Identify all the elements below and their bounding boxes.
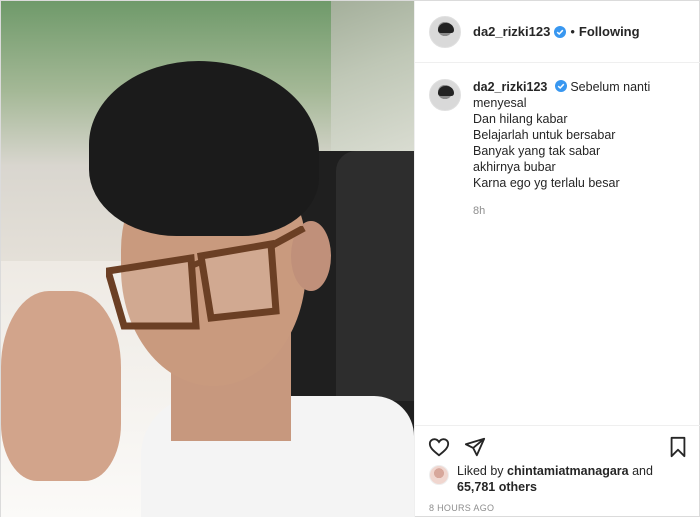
caption-line: Dan hilang kabar bbox=[473, 112, 568, 126]
post-header: da2_rizki123 • Following bbox=[415, 1, 700, 63]
liker-username-link[interactable]: chintamiatmanagara bbox=[507, 464, 629, 478]
caption-line: Karna ego yg terlalu besar bbox=[473, 176, 620, 190]
caption-line: Belajarlah untuk bersabar bbox=[473, 128, 616, 142]
likes-count-link[interactable]: 65,781 others bbox=[457, 480, 537, 494]
caption-line: menyesal bbox=[473, 96, 527, 110]
action-bar bbox=[415, 425, 700, 467]
caption-body: da2_rizki123 Sebelum nanti menyesal Dan … bbox=[473, 79, 650, 219]
share-button[interactable] bbox=[463, 435, 487, 459]
bookmark-icon bbox=[670, 436, 686, 457]
caption-username-link[interactable]: da2_rizki123 bbox=[473, 80, 547, 94]
caption-line: akhirnya bubar bbox=[473, 160, 556, 174]
instagram-post: da2_rizki123 • Following da2_rizki123 Se… bbox=[0, 0, 700, 517]
glasses-icon bbox=[106, 226, 306, 330]
save-button[interactable] bbox=[666, 435, 690, 459]
likes-summary: Liked by chintamiatmanagara and 65,781 o… bbox=[429, 463, 689, 495]
avatar[interactable] bbox=[429, 15, 461, 48]
following-button[interactable]: Following bbox=[579, 24, 640, 39]
liker-avatar[interactable] bbox=[429, 465, 449, 485]
paper-plane-icon bbox=[464, 437, 486, 456]
caption-avatar[interactable] bbox=[429, 79, 461, 111]
likes-conj: and bbox=[632, 464, 653, 478]
comments-section: da2_rizki123 Sebelum nanti menyesal Dan … bbox=[415, 63, 700, 425]
likes-prefix: Liked by bbox=[457, 464, 504, 478]
caption-line: Banyak yang tak sabar bbox=[473, 144, 601, 158]
caption-line: Sebelum nanti bbox=[570, 80, 651, 94]
caption-first-line: da2_rizki123 Sebelum nanti bbox=[473, 79, 650, 95]
caption-time[interactable]: 8h bbox=[473, 203, 650, 219]
verified-badge-icon bbox=[554, 25, 567, 38]
username-link[interactable]: da2_rizki123 bbox=[473, 24, 550, 39]
like-button[interactable] bbox=[427, 435, 451, 459]
post-sidebar: da2_rizki123 • Following da2_rizki123 Se… bbox=[414, 1, 700, 517]
caption-row: da2_rizki123 Sebelum nanti menyesal Dan … bbox=[429, 79, 688, 219]
likes-text: Liked by chintamiatmanagara and 65,781 o… bbox=[457, 463, 653, 495]
hand bbox=[1, 291, 121, 481]
heart-icon bbox=[428, 437, 450, 456]
post-photo[interactable] bbox=[1, 1, 414, 517]
verified-badge-icon bbox=[554, 80, 567, 92]
car-seat-headrest bbox=[336, 151, 414, 401]
separator-dot: • bbox=[570, 24, 575, 39]
post-timestamp[interactable]: 8 HOURS AGO bbox=[429, 503, 494, 513]
